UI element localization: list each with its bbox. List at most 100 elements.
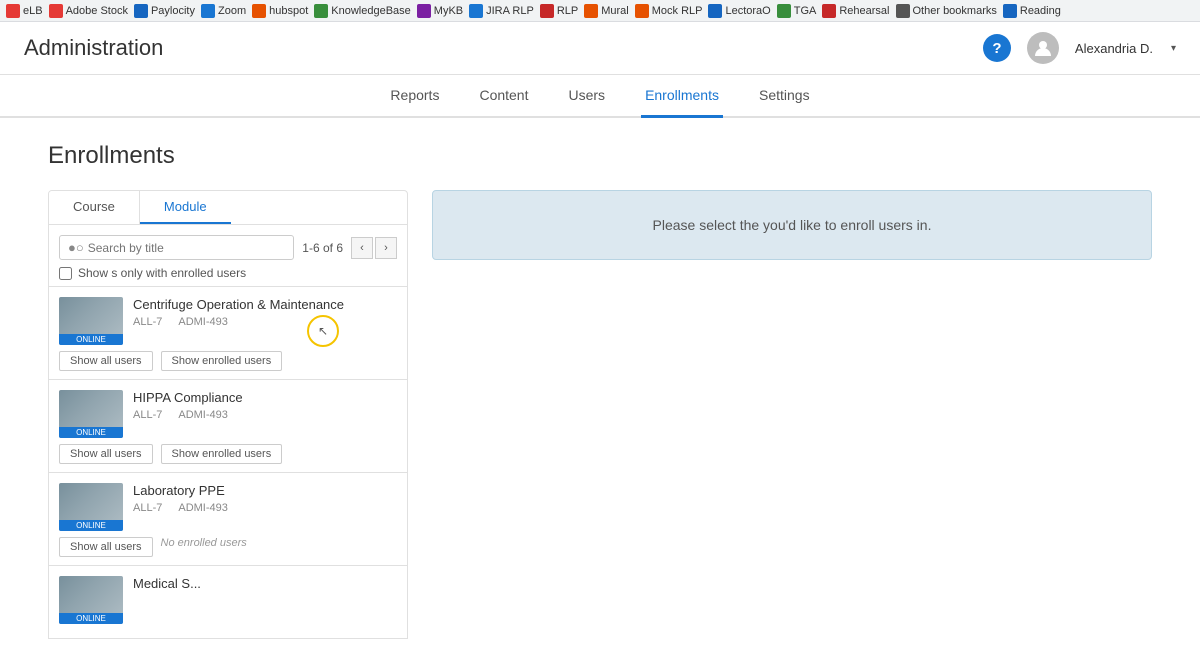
left-panel: CourseModule ●○ 1-6 of 6 ‹ › Show	[48, 190, 408, 639]
course-thumbnail: ONLINE	[59, 483, 123, 531]
bookmark-item[interactable]: Other bookmarks	[896, 4, 997, 18]
show-all-users-button[interactable]: Show all users	[59, 444, 153, 464]
show-enrolled-users-button[interactable]: Show enrolled users	[161, 444, 283, 464]
nav-tab-settings[interactable]: Settings	[755, 75, 814, 118]
course-list: ONLINECentrifuge Operation & Maintenance…	[48, 287, 408, 639]
bookmark-favicon	[822, 4, 836, 18]
bookmark-favicon	[540, 4, 554, 18]
course-item: ONLINE Laboratory PPE ALL-7 ADMI-493 Show al…	[49, 472, 407, 565]
bookmark-item[interactable]: LectoraO	[708, 4, 770, 18]
bookmark-item[interactable]: MyKB	[417, 4, 463, 18]
bookmark-item[interactable]: hubspot	[252, 4, 308, 18]
pagination-info: 1-6 of 6	[302, 241, 343, 255]
search-input[interactable]	[88, 241, 286, 255]
user-dropdown-arrow[interactable]: ▾	[1171, 43, 1176, 54]
bookmark-favicon	[1003, 4, 1017, 18]
bookmark-label: Rehearsal	[839, 5, 889, 17]
course-thumbnail: ONLINE	[59, 576, 123, 624]
header-right: ? Alexandria D. ▾	[983, 32, 1176, 64]
bookmark-favicon	[252, 4, 266, 18]
course-name: Laboratory PPE	[133, 483, 397, 498]
course-thumbnail: ONLINE	[59, 297, 123, 345]
show-all-users-button[interactable]: Show all users	[59, 537, 153, 557]
nav-tabs: Reports Content Users Enrollments Settings	[0, 75, 1200, 118]
course-name: HIPPA Compliance	[133, 390, 397, 405]
pagination-buttons: ‹ ›	[351, 237, 397, 259]
course-meta-right: ADMI-493	[178, 409, 228, 421]
course-item: ONLINECentrifuge Operation & Maintenance…	[49, 287, 407, 379]
sub-tabs: CourseModule	[48, 190, 408, 225]
bookmark-item[interactable]: Mural	[584, 4, 629, 18]
search-row: ●○ 1-6 of 6 ‹ ›	[59, 235, 397, 260]
show-enrolled-users-button[interactable]: Show enrolled users	[161, 351, 283, 371]
sub-tab-module[interactable]: Module	[140, 191, 231, 224]
search-input-wrapper: ●○	[59, 235, 294, 260]
user-avatar	[1027, 32, 1059, 64]
page-heading: Enrollments	[48, 142, 1152, 170]
bookmark-item[interactable]: Zoom	[201, 4, 246, 18]
bookmark-label: Adobe Stock	[66, 5, 128, 17]
no-enrolled-text: No enrolled users	[161, 537, 247, 557]
course-meta-left: ALL-7	[133, 502, 162, 514]
page-content: Enrollments CourseModule ●○ 1-6 of 6 ‹ ›	[0, 118, 1200, 663]
bookmark-item[interactable]: Adobe Stock	[49, 4, 128, 18]
bookmark-label: Other bookmarks	[913, 5, 997, 17]
bookmark-favicon	[469, 4, 483, 18]
course-meta-left: ALL-7	[133, 316, 162, 328]
bookmark-favicon	[635, 4, 649, 18]
bookmark-item[interactable]: RLP	[540, 4, 578, 18]
user-name[interactable]: Alexandria D.	[1075, 41, 1153, 56]
bookmarks-bar: eLB Adobe Stock Paylocity Zoom hubspot Knowle…	[0, 0, 1200, 22]
next-page-button[interactable]: ›	[375, 237, 397, 259]
bookmark-item[interactable]: Paylocity	[134, 4, 195, 18]
bookmark-item[interactable]: eLB	[6, 4, 43, 18]
course-thumbnail: ONLINE	[59, 390, 123, 438]
prev-page-button[interactable]: ‹	[351, 237, 373, 259]
bookmark-label: Zoom	[218, 5, 246, 17]
bookmark-item[interactable]: KnowledgeBase	[314, 4, 411, 18]
nav-tab-content[interactable]: Content	[475, 75, 532, 118]
bookmark-label: eLB	[23, 5, 43, 17]
info-text: Please select the you'd like to enroll u…	[653, 217, 932, 233]
search-icon: ●○	[68, 240, 84, 255]
bookmark-label: KnowledgeBase	[331, 5, 411, 17]
bookmark-label: Mural	[601, 5, 629, 17]
info-box: Please select the you'd like to enroll u…	[432, 190, 1152, 260]
nav-tab-users[interactable]: Users	[565, 75, 610, 118]
bookmark-item[interactable]: Rehearsal	[822, 4, 889, 18]
bookmark-favicon	[314, 4, 328, 18]
sub-tab-course[interactable]: Course	[49, 191, 140, 224]
bookmark-item[interactable]: JIRA RLP	[469, 4, 534, 18]
bookmark-favicon	[6, 4, 20, 18]
app-title: Administration	[24, 35, 163, 61]
bookmark-favicon	[49, 4, 63, 18]
bookmark-favicon	[201, 4, 215, 18]
checkbox-row: Show s only with enrolled users	[59, 266, 397, 280]
right-panel: Please select the you'd like to enroll u…	[432, 190, 1152, 639]
course-meta-right: ADMI-493	[178, 502, 228, 514]
help-icon[interactable]: ?	[983, 34, 1011, 62]
nav-tab-reports[interactable]: Reports	[386, 75, 443, 118]
bookmark-item[interactable]: TGA	[777, 4, 817, 18]
bookmark-favicon	[584, 4, 598, 18]
nav-tab-enrollments[interactable]: Enrollments	[641, 75, 723, 118]
bookmark-label: Mock RLP	[652, 5, 703, 17]
bookmark-favicon	[708, 4, 722, 18]
course-name: Medical S...	[133, 576, 397, 591]
bookmark-label: Paylocity	[151, 5, 195, 17]
bookmark-item[interactable]: Reading	[1003, 4, 1061, 18]
enrolled-only-checkbox[interactable]	[59, 267, 72, 280]
bookmark-favicon	[777, 4, 791, 18]
search-area: ●○ 1-6 of 6 ‹ › Show s only with enrolle…	[48, 225, 408, 287]
show-all-users-button[interactable]: Show all users	[59, 351, 153, 371]
course-item: ONLINEHIPPA ComplianceALL-7ADMI-493Show …	[49, 379, 407, 472]
bookmark-label: Reading	[1020, 5, 1061, 17]
bookmark-label: MyKB	[434, 5, 463, 17]
course-meta-right: ADMI-493	[178, 316, 228, 328]
course-item: ONLINE Medical S...	[49, 565, 407, 638]
bookmark-label: LectoraO	[725, 5, 770, 17]
enrolled-only-label: Show s only with enrolled users	[78, 266, 246, 280]
bookmark-favicon	[134, 4, 148, 18]
bookmark-item[interactable]: Mock RLP	[635, 4, 703, 18]
bookmark-label: TGA	[794, 5, 817, 17]
